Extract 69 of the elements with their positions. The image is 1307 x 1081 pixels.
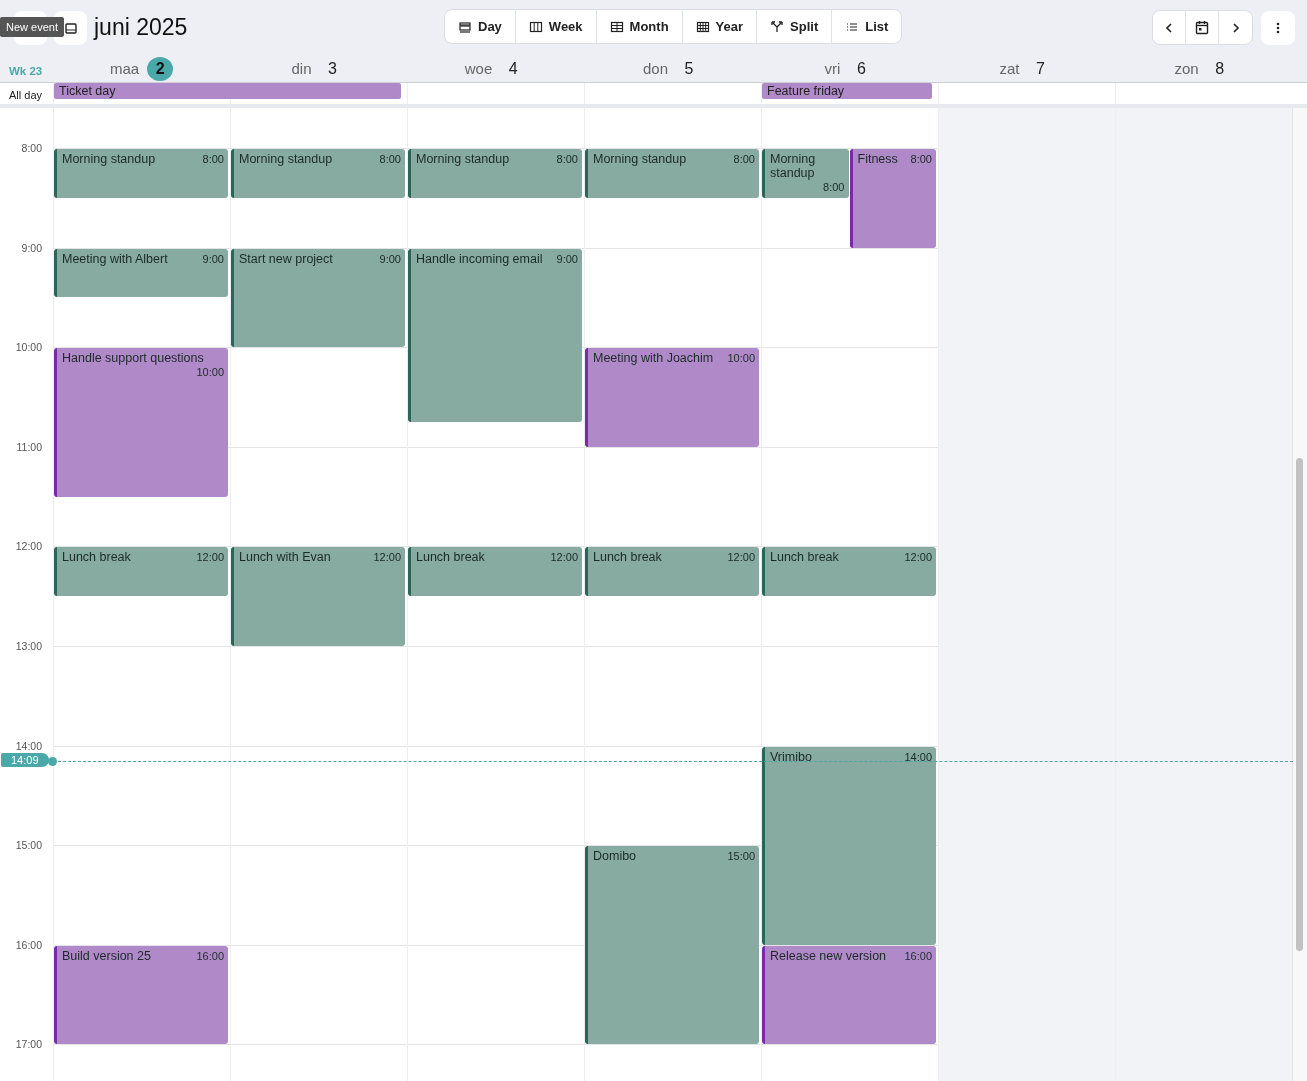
day-date: 4 bbox=[507, 58, 519, 79]
event-title: Lunch break bbox=[416, 550, 485, 565]
day-date: 7 bbox=[1035, 58, 1046, 79]
event-title: Handle support questions bbox=[62, 351, 204, 366]
day-name: maa bbox=[109, 60, 140, 77]
tooltip: New event bbox=[0, 17, 64, 37]
day-date: 3 bbox=[327, 58, 338, 79]
event-title: Morning standup bbox=[416, 152, 510, 166]
event-time: 12:00 bbox=[549, 550, 578, 565]
hour-label: 15:00 bbox=[15, 839, 42, 852]
event-time: 10:00 bbox=[726, 351, 755, 366]
week-number: Wk 23 bbox=[8, 63, 44, 77]
hour-label: 11:00 bbox=[16, 440, 42, 453]
event-title: Fitness bbox=[857, 152, 898, 166]
event-title: Meeting with Albert bbox=[62, 251, 168, 266]
event-time: 8:00 bbox=[909, 152, 932, 166]
event-title: Vrimibo bbox=[770, 749, 812, 764]
day-name: don bbox=[643, 60, 668, 77]
hour-label: 10:00 bbox=[15, 341, 42, 354]
event-title: Morning standup bbox=[239, 152, 333, 166]
day-date: 5 bbox=[683, 58, 695, 79]
day-date: 8 bbox=[1214, 58, 1226, 79]
hour-label: 17:00 bbox=[15, 1038, 42, 1051]
day-name: zat bbox=[999, 60, 1020, 77]
event-title: Morning standup bbox=[770, 152, 817, 180]
event-time: 16:00 bbox=[903, 948, 932, 963]
event-title: Morning standup bbox=[593, 152, 687, 166]
event-time: 9:00 bbox=[555, 251, 578, 266]
event-time: 9:00 bbox=[201, 251, 224, 266]
event-time: 14:00 bbox=[903, 749, 932, 764]
event-title: Lunch with Evan bbox=[239, 550, 331, 565]
event-time: 12:00 bbox=[372, 550, 401, 565]
event-time: 8:00 bbox=[201, 152, 224, 166]
event-title: Build version 25 bbox=[62, 948, 151, 963]
event-time: 8:00 bbox=[822, 180, 845, 193]
event-time: 12:00 bbox=[726, 550, 755, 565]
event-title: Start new project bbox=[239, 251, 333, 266]
event-title: Release new version bbox=[770, 948, 887, 963]
event-title: Handle incoming email bbox=[416, 251, 543, 266]
event-title: Morning standup bbox=[62, 152, 156, 166]
event-time: 8:00 bbox=[555, 152, 578, 166]
event-title: Lunch break bbox=[593, 550, 662, 565]
all-day-label: All day bbox=[8, 88, 44, 103]
event-time: 12:00 bbox=[195, 550, 224, 565]
day-name: woe bbox=[464, 60, 493, 77]
event-time: 8:00 bbox=[378, 152, 401, 166]
event-title: Lunch break bbox=[62, 550, 131, 565]
event-time: 15:00 bbox=[726, 849, 755, 864]
current-time-label: 14:09 bbox=[1, 752, 49, 767]
event-time: 12:00 bbox=[903, 550, 932, 565]
hour-label: 14:00 bbox=[15, 739, 42, 752]
day-name: din bbox=[291, 60, 312, 77]
day-name: vri bbox=[824, 60, 841, 77]
day-date: 6 bbox=[855, 58, 867, 79]
event-title: Meeting with Joachim bbox=[593, 351, 714, 366]
event-time: 8:00 bbox=[732, 152, 755, 166]
hour-label: 8:00 bbox=[21, 142, 42, 154]
day-date: 2 bbox=[147, 56, 174, 81]
hour-label: 16:00 bbox=[15, 938, 42, 951]
event-title: Domibo bbox=[593, 849, 637, 864]
hour-label: 12:00 bbox=[15, 540, 42, 553]
month-title: juni 2025 bbox=[94, 14, 188, 41]
event-time: 10:00 bbox=[195, 365, 224, 379]
event-time: 16:00 bbox=[195, 948, 224, 963]
event-title: Lunch break bbox=[770, 550, 839, 565]
hour-label: 9:00 bbox=[21, 241, 42, 254]
event-time: 9:00 bbox=[378, 251, 401, 266]
hour-label: 13:00 bbox=[15, 640, 42, 652]
day-name: zon bbox=[1174, 60, 1199, 77]
